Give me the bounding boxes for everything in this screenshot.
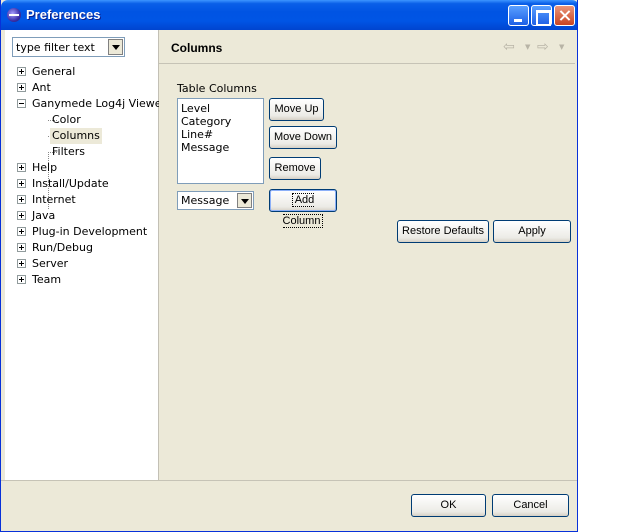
apply-label: Apply — [518, 225, 546, 237]
ok-label: OK — [440, 499, 457, 511]
tree-item-label: Install/Update — [32, 177, 109, 190]
restore-defaults-button[interactable]: Restore Defaults — [397, 220, 489, 243]
filter-dropdown-icon[interactable] — [108, 39, 123, 55]
forward-dropdown-icon[interactable]: ▼ — [559, 43, 564, 51]
back-arrow-icon[interactable]: ⇦ — [503, 39, 515, 55]
expand-icon[interactable] — [17, 179, 26, 188]
column-select[interactable]: Message — [177, 191, 254, 210]
ok-button[interactable]: OK — [411, 494, 486, 517]
remove-label: Remove — [274, 162, 316, 174]
move-down-button[interactable]: Move Down — [269, 126, 337, 149]
close-button[interactable] — [554, 5, 575, 26]
cancel-label: Cancel — [513, 499, 548, 511]
tree-item-label: Run/Debug — [32, 241, 93, 254]
tree-item-run-debug[interactable]: Run/Debug — [5, 240, 159, 256]
tree-item-ganymede-log4j-viewer[interactable]: Ganymede Log4j Viewer — [5, 96, 166, 112]
expand-icon[interactable] — [17, 195, 26, 204]
remove-button[interactable]: Remove — [269, 157, 321, 180]
tree-item-general[interactable]: General — [5, 64, 159, 80]
window-title: Preferences — [26, 7, 101, 22]
apply-button[interactable]: Apply — [493, 220, 571, 243]
add-column-label: Add Column — [282, 193, 324, 228]
tree-item-color[interactable]: Color — [5, 112, 159, 128]
tree-item-label: Plug-in Development — [32, 225, 148, 238]
tree-item-label: Color — [52, 113, 81, 126]
title-bar[interactable]: Preferences — [1, 0, 577, 30]
expand-icon[interactable] — [17, 275, 26, 284]
tree-item-label: Java — [32, 209, 56, 222]
expand-icon[interactable] — [17, 259, 26, 268]
collapse-icon[interactable] — [17, 99, 26, 108]
expand-icon[interactable] — [17, 211, 26, 220]
expand-icon[interactable] — [17, 163, 26, 172]
move-down-label: Move Down — [273, 131, 333, 143]
expand-icon[interactable] — [17, 67, 26, 76]
cancel-button[interactable]: Cancel — [492, 494, 569, 517]
tree-item-label: Team — [32, 273, 62, 286]
preferences-window: Preferences type filter text General Ant G… — [0, 0, 578, 532]
tree-item-internet[interactable]: Internet — [5, 192, 159, 208]
column-select-value: Message — [181, 194, 230, 207]
tree-item-label: Internet — [32, 193, 76, 206]
expand-icon[interactable] — [17, 227, 26, 236]
tree-item-install-update[interactable]: Install/Update — [5, 176, 159, 192]
list-item[interactable]: Level — [181, 102, 210, 115]
tree-item-help[interactable]: Help — [5, 160, 159, 176]
minimize-button[interactable] — [508, 5, 529, 26]
filter-input-text: type filter text — [16, 41, 95, 54]
tree-item-label: Columns — [50, 128, 102, 144]
page-title: Columns — [171, 41, 223, 55]
list-item[interactable]: Message — [181, 141, 229, 154]
tree-item-label: Server — [32, 257, 69, 270]
eclipse-icon — [7, 8, 21, 22]
tree-item-server[interactable]: Server — [5, 256, 159, 272]
tree-item-label: General — [32, 65, 76, 78]
preference-page: Columns ⇦ ▼ ⇨ ▼ Table Columns Level Categ… — [159, 30, 575, 480]
preference-tree-pane: type filter text General Ant Ganymede Log4… — [5, 30, 166, 480]
add-column-button[interactable]: Add Column — [269, 189, 337, 228]
maximize-button[interactable] — [531, 5, 552, 26]
tree-item-filters[interactable]: Filters — [5, 144, 159, 160]
back-dropdown-icon[interactable]: ▼ — [525, 43, 530, 51]
table-columns-label: Table Columns — [177, 82, 257, 95]
tree-item-team[interactable]: Team — [5, 272, 159, 288]
forward-arrow-icon[interactable]: ⇨ — [537, 39, 549, 55]
tree-item-plug-in-development[interactable]: Plug-in Development — [5, 224, 159, 240]
tree-item-label: Help — [32, 161, 58, 174]
tree-item-label: Filters — [52, 145, 85, 158]
restore-defaults-label: Restore Defaults — [402, 225, 484, 237]
move-up-label: Move Up — [274, 103, 319, 115]
dialog-button-bar: OK Cancel — [1, 480, 577, 531]
tree-item-java[interactable]: Java — [5, 208, 159, 224]
list-item[interactable]: Category — [181, 115, 231, 128]
move-up-button[interactable]: Move Up — [269, 98, 324, 121]
tree-item-label: Ant — [32, 81, 51, 94]
column-select-dropdown-icon[interactable] — [237, 193, 252, 208]
columns-list[interactable]: Level Category Line# Message — [177, 98, 264, 184]
page-header: Columns ⇦ ▼ ⇨ ▼ — [159, 30, 575, 64]
list-item[interactable]: Line# — [181, 128, 213, 141]
expand-icon[interactable] — [17, 83, 26, 92]
expand-icon[interactable] — [17, 243, 26, 252]
filter-input[interactable]: type filter text — [12, 37, 125, 57]
tree-item-ant[interactable]: Ant — [5, 80, 159, 96]
tree-item-label: Ganymede Log4j Viewer — [32, 97, 167, 110]
tree-item-columns[interactable]: Columns — [5, 128, 159, 144]
